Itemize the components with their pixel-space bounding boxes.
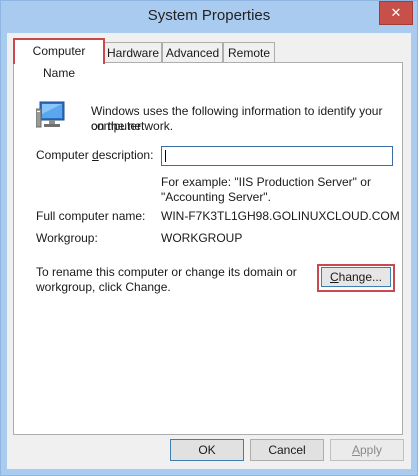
full-computer-name-label: Full computer name:	[36, 209, 146, 223]
label-mnemonic: d	[92, 148, 99, 162]
dialog-client-area: Computer Name Hardware Advanced Remote W…	[7, 33, 411, 469]
close-icon: ✕	[390, 5, 402, 20]
text-caret	[165, 150, 166, 162]
apply-button[interactable]: Apply	[330, 439, 404, 461]
computer-description-label: Computer description:	[36, 148, 153, 163]
button-mnemonic: C	[329, 270, 339, 284]
button-label: Cancel	[268, 443, 306, 457]
computer-icon	[36, 101, 65, 128]
label-part: Computer	[36, 148, 93, 162]
example-text-line2: "Accounting Server".	[161, 190, 271, 204]
button-label: OK	[198, 443, 216, 457]
title-bar[interactable]: System Properties ✕	[1, 1, 417, 33]
system-properties-window: System Properties ✕ Computer Name Hardwa…	[0, 0, 418, 476]
example-text-line1: For example: "IIS Production Server" or	[161, 175, 371, 189]
change-button[interactable]: Change...	[321, 267, 391, 287]
tab-hardware[interactable]: Hardware	[104, 42, 162, 63]
ok-button[interactable]: OK	[170, 439, 244, 461]
intro-text-line2: on the network.	[91, 119, 174, 133]
button-label: pply	[360, 443, 383, 457]
computer-name-panel: Windows uses the following information t…	[13, 62, 403, 435]
tab-remote[interactable]: Remote	[223, 42, 275, 63]
cancel-button[interactable]: Cancel	[250, 439, 324, 461]
button-label: hange...	[338, 270, 383, 284]
full-computer-name-value: WIN-F7K3TL1GH98.GOLINUXCLOUD.COM	[161, 209, 400, 223]
rename-text-line2: workgroup, click Change.	[36, 280, 171, 294]
button-mnemonic: A	[351, 443, 360, 457]
tab-label: Advanced	[165, 46, 220, 60]
tab-computer-name[interactable]: Computer Name	[13, 38, 105, 80]
tab-advanced[interactable]: Advanced	[162, 42, 223, 63]
workgroup-value: WORKGROUP	[161, 231, 243, 245]
computer-description-input[interactable]	[161, 146, 393, 166]
close-button[interactable]: ✕	[379, 1, 413, 25]
window-title: System Properties	[147, 7, 271, 24]
rename-text-line1: To rename this computer or change its do…	[36, 265, 297, 279]
workgroup-label: Workgroup:	[36, 231, 98, 245]
tab-label: Hardware	[106, 46, 160, 60]
label-part: escription:	[98, 148, 154, 162]
tab-label: Remote	[227, 46, 271, 60]
